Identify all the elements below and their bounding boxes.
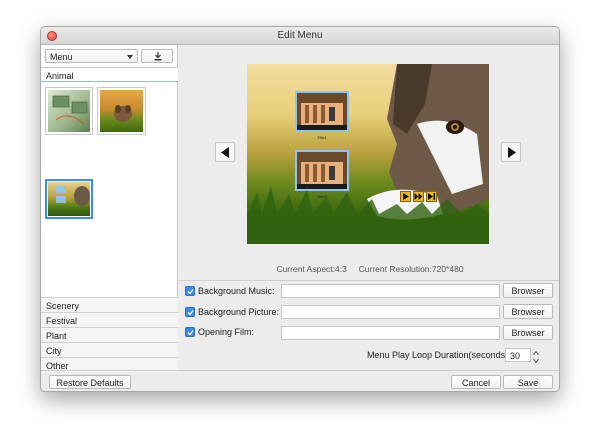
- checkmark-icon: [187, 310, 194, 316]
- dog-photo-graphic: [114, 105, 132, 122]
- background-music-checkbox[interactable]: [185, 286, 195, 296]
- category-city[interactable]: City: [41, 342, 178, 357]
- menu-type-value: Menu: [50, 52, 73, 62]
- next-template-button[interactable]: [501, 142, 521, 162]
- template-thumbnail-2[interactable]: [97, 87, 146, 135]
- title-bar: Edit Menu: [41, 27, 559, 45]
- download-templates-button[interactable]: [141, 49, 173, 63]
- triangle-right-icon: [508, 147, 516, 158]
- opening-film-label: Opening Film:: [198, 327, 255, 337]
- window-title: Edit Menu: [277, 30, 323, 41]
- category-animal[interactable]: Animal: [41, 67, 178, 82]
- save-button[interactable]: Save: [503, 375, 553, 389]
- checkmark-icon: [187, 330, 194, 336]
- triangle-left-icon: [221, 147, 229, 158]
- menu-type-dropdown[interactable]: Menu: [45, 49, 138, 63]
- edit-menu-window: Edit Menu Menu Animal Scenery Festival P…: [40, 26, 560, 392]
- dog-field-graphic: [56, 186, 90, 206]
- loop-duration-input[interactable]: 30: [505, 348, 531, 362]
- stepper-up-icon[interactable]: [532, 348, 540, 356]
- menu-preview-area: Title1 Title2: [179, 45, 559, 263]
- menu-item-thumbnail-2[interactable]: [295, 150, 349, 191]
- previous-template-button[interactable]: [215, 142, 235, 162]
- menu-item-thumbnail-1[interactable]: [295, 91, 349, 132]
- menu-preview: Title1 Title2: [247, 64, 489, 244]
- map-preview-graphic: [52, 95, 88, 125]
- checkmark-icon: [187, 289, 194, 295]
- category-list: Scenery Festival Plant City Other: [41, 297, 178, 372]
- fast-forward-icon[interactable]: [413, 191, 424, 202]
- download-icon: [154, 52, 162, 61]
- template-thumbnail-3-selected[interactable]: [45, 179, 93, 219]
- footer-divider: [41, 370, 559, 371]
- theater-image: [297, 93, 347, 130]
- category-scenery[interactable]: Scenery: [41, 297, 178, 312]
- background-music-browse-button[interactable]: Browser: [503, 283, 553, 298]
- restore-defaults-button[interactable]: Restore Defaults: [49, 375, 131, 389]
- template-thumbnail-1[interactable]: [45, 87, 93, 135]
- background-picture-browse-button[interactable]: Browser: [503, 304, 553, 319]
- category-label: City: [46, 346, 62, 356]
- play-icon[interactable]: [400, 191, 411, 202]
- output-info: Current Aspect:4:3 Current Resolution:72…: [179, 264, 559, 276]
- dog-background-image: [247, 64, 489, 244]
- background-music-label: Background Music:: [198, 286, 275, 296]
- thumbnail-image: [100, 90, 143, 132]
- thumbnail-image: [48, 182, 90, 216]
- background-picture-checkbox[interactable]: [185, 307, 195, 317]
- skip-next-icon[interactable]: [426, 191, 437, 202]
- menu-item-caption-2: Title2: [317, 194, 327, 199]
- category-label: Scenery: [46, 301, 80, 311]
- current-aspect-text: Current Aspect:4:3: [276, 264, 347, 274]
- template-sidebar: Menu Animal Scenery Festival Plant City …: [41, 45, 178, 372]
- chevron-down-icon: [127, 55, 133, 59]
- current-resolution-text: Current Resolution:720*480: [358, 264, 464, 274]
- theater-image: [297, 152, 347, 189]
- category-label: Animal: [46, 71, 74, 81]
- opening-film-path-input[interactable]: [281, 326, 500, 340]
- thumbnail-image: [48, 90, 90, 132]
- category-plant[interactable]: Plant: [41, 327, 178, 342]
- opening-film-checkbox[interactable]: [185, 327, 195, 337]
- divider: [179, 280, 559, 281]
- loop-duration-label: Menu Play Loop Duration(seconds):: [367, 350, 511, 360]
- category-label: Plant: [46, 331, 67, 341]
- loop-duration-stepper[interactable]: [532, 348, 540, 364]
- category-label: Festival: [46, 316, 78, 326]
- background-music-path-input[interactable]: [281, 284, 500, 298]
- category-festival[interactable]: Festival: [41, 312, 178, 327]
- background-picture-path-input[interactable]: [281, 305, 500, 319]
- opening-film-browse-button[interactable]: Browser: [503, 325, 553, 340]
- background-picture-label: Background Picture:: [198, 307, 280, 317]
- menu-item-caption-1: Title1: [317, 135, 327, 140]
- cancel-button[interactable]: Cancel: [451, 375, 501, 389]
- stepper-down-icon[interactable]: [532, 356, 540, 364]
